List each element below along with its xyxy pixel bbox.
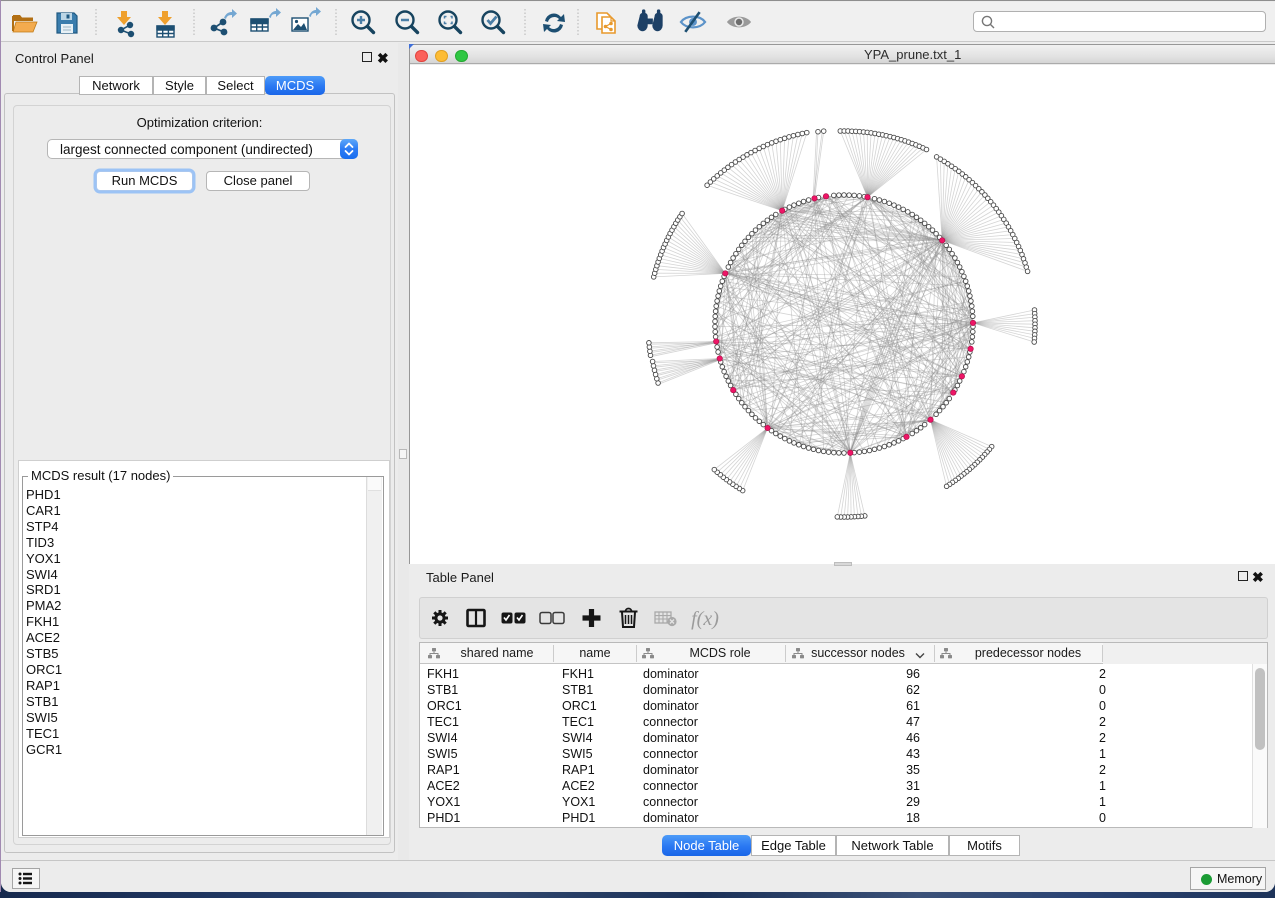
svg-text:f(x): f(x) [691,608,719,630]
